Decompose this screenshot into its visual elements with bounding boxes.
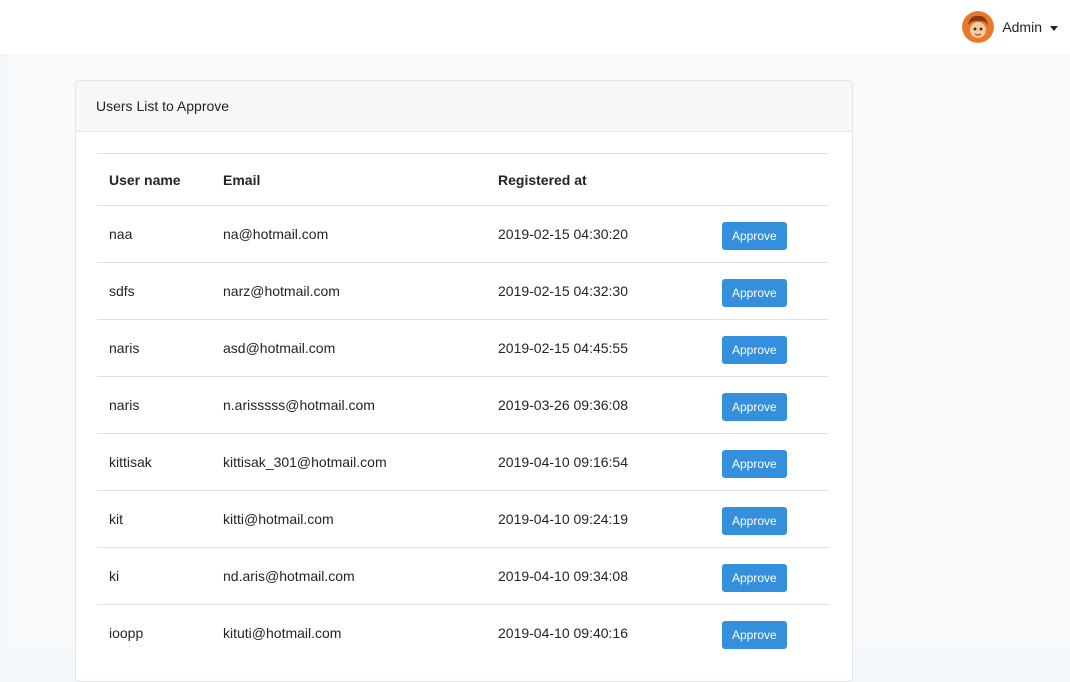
users-table: User name Email Registered at naa na@hot… — [97, 153, 829, 661]
cell-action: Approve — [710, 319, 829, 377]
approve-button[interactable]: Approve — [722, 393, 787, 421]
table-row: naris asd@hotmail.com 2019-02-15 04:45:5… — [97, 319, 829, 377]
users-approval-card: Users List to Approve User name Email Re… — [75, 80, 853, 682]
approve-button[interactable]: Approve — [722, 621, 787, 649]
cell-username: sdfs — [97, 262, 211, 320]
cell-registered-at: 2019-04-10 09:16:54 — [486, 433, 710, 491]
header-email: Email — [211, 153, 486, 206]
cell-registered-at: 2019-03-26 09:36:08 — [486, 376, 710, 434]
table-row: kittisak kittisak_301@hotmail.com 2019-0… — [97, 433, 829, 491]
cell-registered-at: 2019-04-10 09:34:08 — [486, 547, 710, 605]
cell-email: na@hotmail.com — [223, 226, 329, 242]
card-title: Users List to Approve — [76, 81, 852, 132]
cell-registered-at: 2019-02-15 04:32:30 — [486, 262, 710, 320]
user-menu-dropdown[interactable]: Admin — [962, 11, 1058, 43]
header-registered-at: Registered at — [486, 153, 710, 206]
cell-registered-at: 2019-04-10 09:40:16 — [486, 604, 710, 661]
approve-button[interactable]: Approve — [722, 564, 787, 592]
cell-username: naris — [97, 376, 211, 434]
cell-email: kituti@hotmail.com — [211, 604, 486, 661]
cell-email: asd@hotmail.com — [211, 319, 486, 377]
cell-action: Approve — [710, 376, 829, 434]
cell-action: Approve — [710, 262, 829, 320]
approve-button[interactable]: Approve — [722, 222, 787, 250]
approve-button[interactable]: Approve — [722, 279, 787, 307]
table-row: ki nd.aris@hotmail.com 2019-04-10 09:34:… — [97, 547, 829, 605]
table-row: naa na@hotmail.com 2019-02-15 04:30:20 A… — [97, 206, 829, 263]
approve-button[interactable]: Approve — [722, 336, 787, 364]
header-action — [710, 153, 829, 206]
cell-registered-at: 2019-02-15 04:30:20 — [498, 226, 628, 242]
cell-action: Approve — [710, 547, 829, 605]
cell-username: ki — [97, 547, 211, 605]
card-body: User name Email Registered at naa na@hot… — [76, 132, 852, 661]
table-row: ioopp kituti@hotmail.com 2019-04-10 09:4… — [97, 604, 829, 661]
cell-email: narz@hotmail.com — [211, 262, 486, 320]
cell-username: kit — [97, 490, 211, 548]
cell-username: kittisak — [97, 433, 211, 491]
table-header-row: User name Email Registered at — [97, 153, 829, 206]
cell-registered-at: 2019-04-10 09:24:19 — [486, 490, 710, 548]
header-username: User name — [97, 153, 211, 206]
cell-action: Approve — [710, 433, 829, 491]
approve-button[interactable]: Approve — [722, 507, 787, 535]
table-row: sdfs narz@hotmail.com 2019-02-15 04:32:3… — [97, 262, 829, 320]
user-name-label[interactable]: Admin — [1002, 19, 1042, 35]
top-navbar: Admin — [0, 0, 1070, 54]
main-content: Users List to Approve User name Email Re… — [8, 54, 1070, 682]
table-row: naris n.arisssss@hotmail.com 2019-03-26 … — [97, 376, 829, 434]
cell-username: naa — [109, 226, 133, 242]
cell-registered-at: 2019-02-15 04:45:55 — [486, 319, 710, 377]
cell-username: naris — [97, 319, 211, 377]
caret-down-icon[interactable] — [1050, 25, 1058, 31]
approve-button[interactable]: Approve — [722, 450, 787, 478]
table-row: kit kitti@hotmail.com 2019-04-10 09:24:1… — [97, 490, 829, 548]
cell-username: ioopp — [97, 604, 211, 661]
cell-action: Approve — [710, 490, 829, 548]
cell-email: kitti@hotmail.com — [211, 490, 486, 548]
cell-action: Approve — [710, 206, 829, 263]
cell-action: Approve — [710, 604, 829, 661]
cell-email: nd.aris@hotmail.com — [211, 547, 486, 605]
cell-email: n.arisssss@hotmail.com — [211, 376, 486, 434]
user-avatar-icon[interactable] — [962, 11, 995, 43]
cell-email: kittisak_301@hotmail.com — [211, 433, 486, 491]
